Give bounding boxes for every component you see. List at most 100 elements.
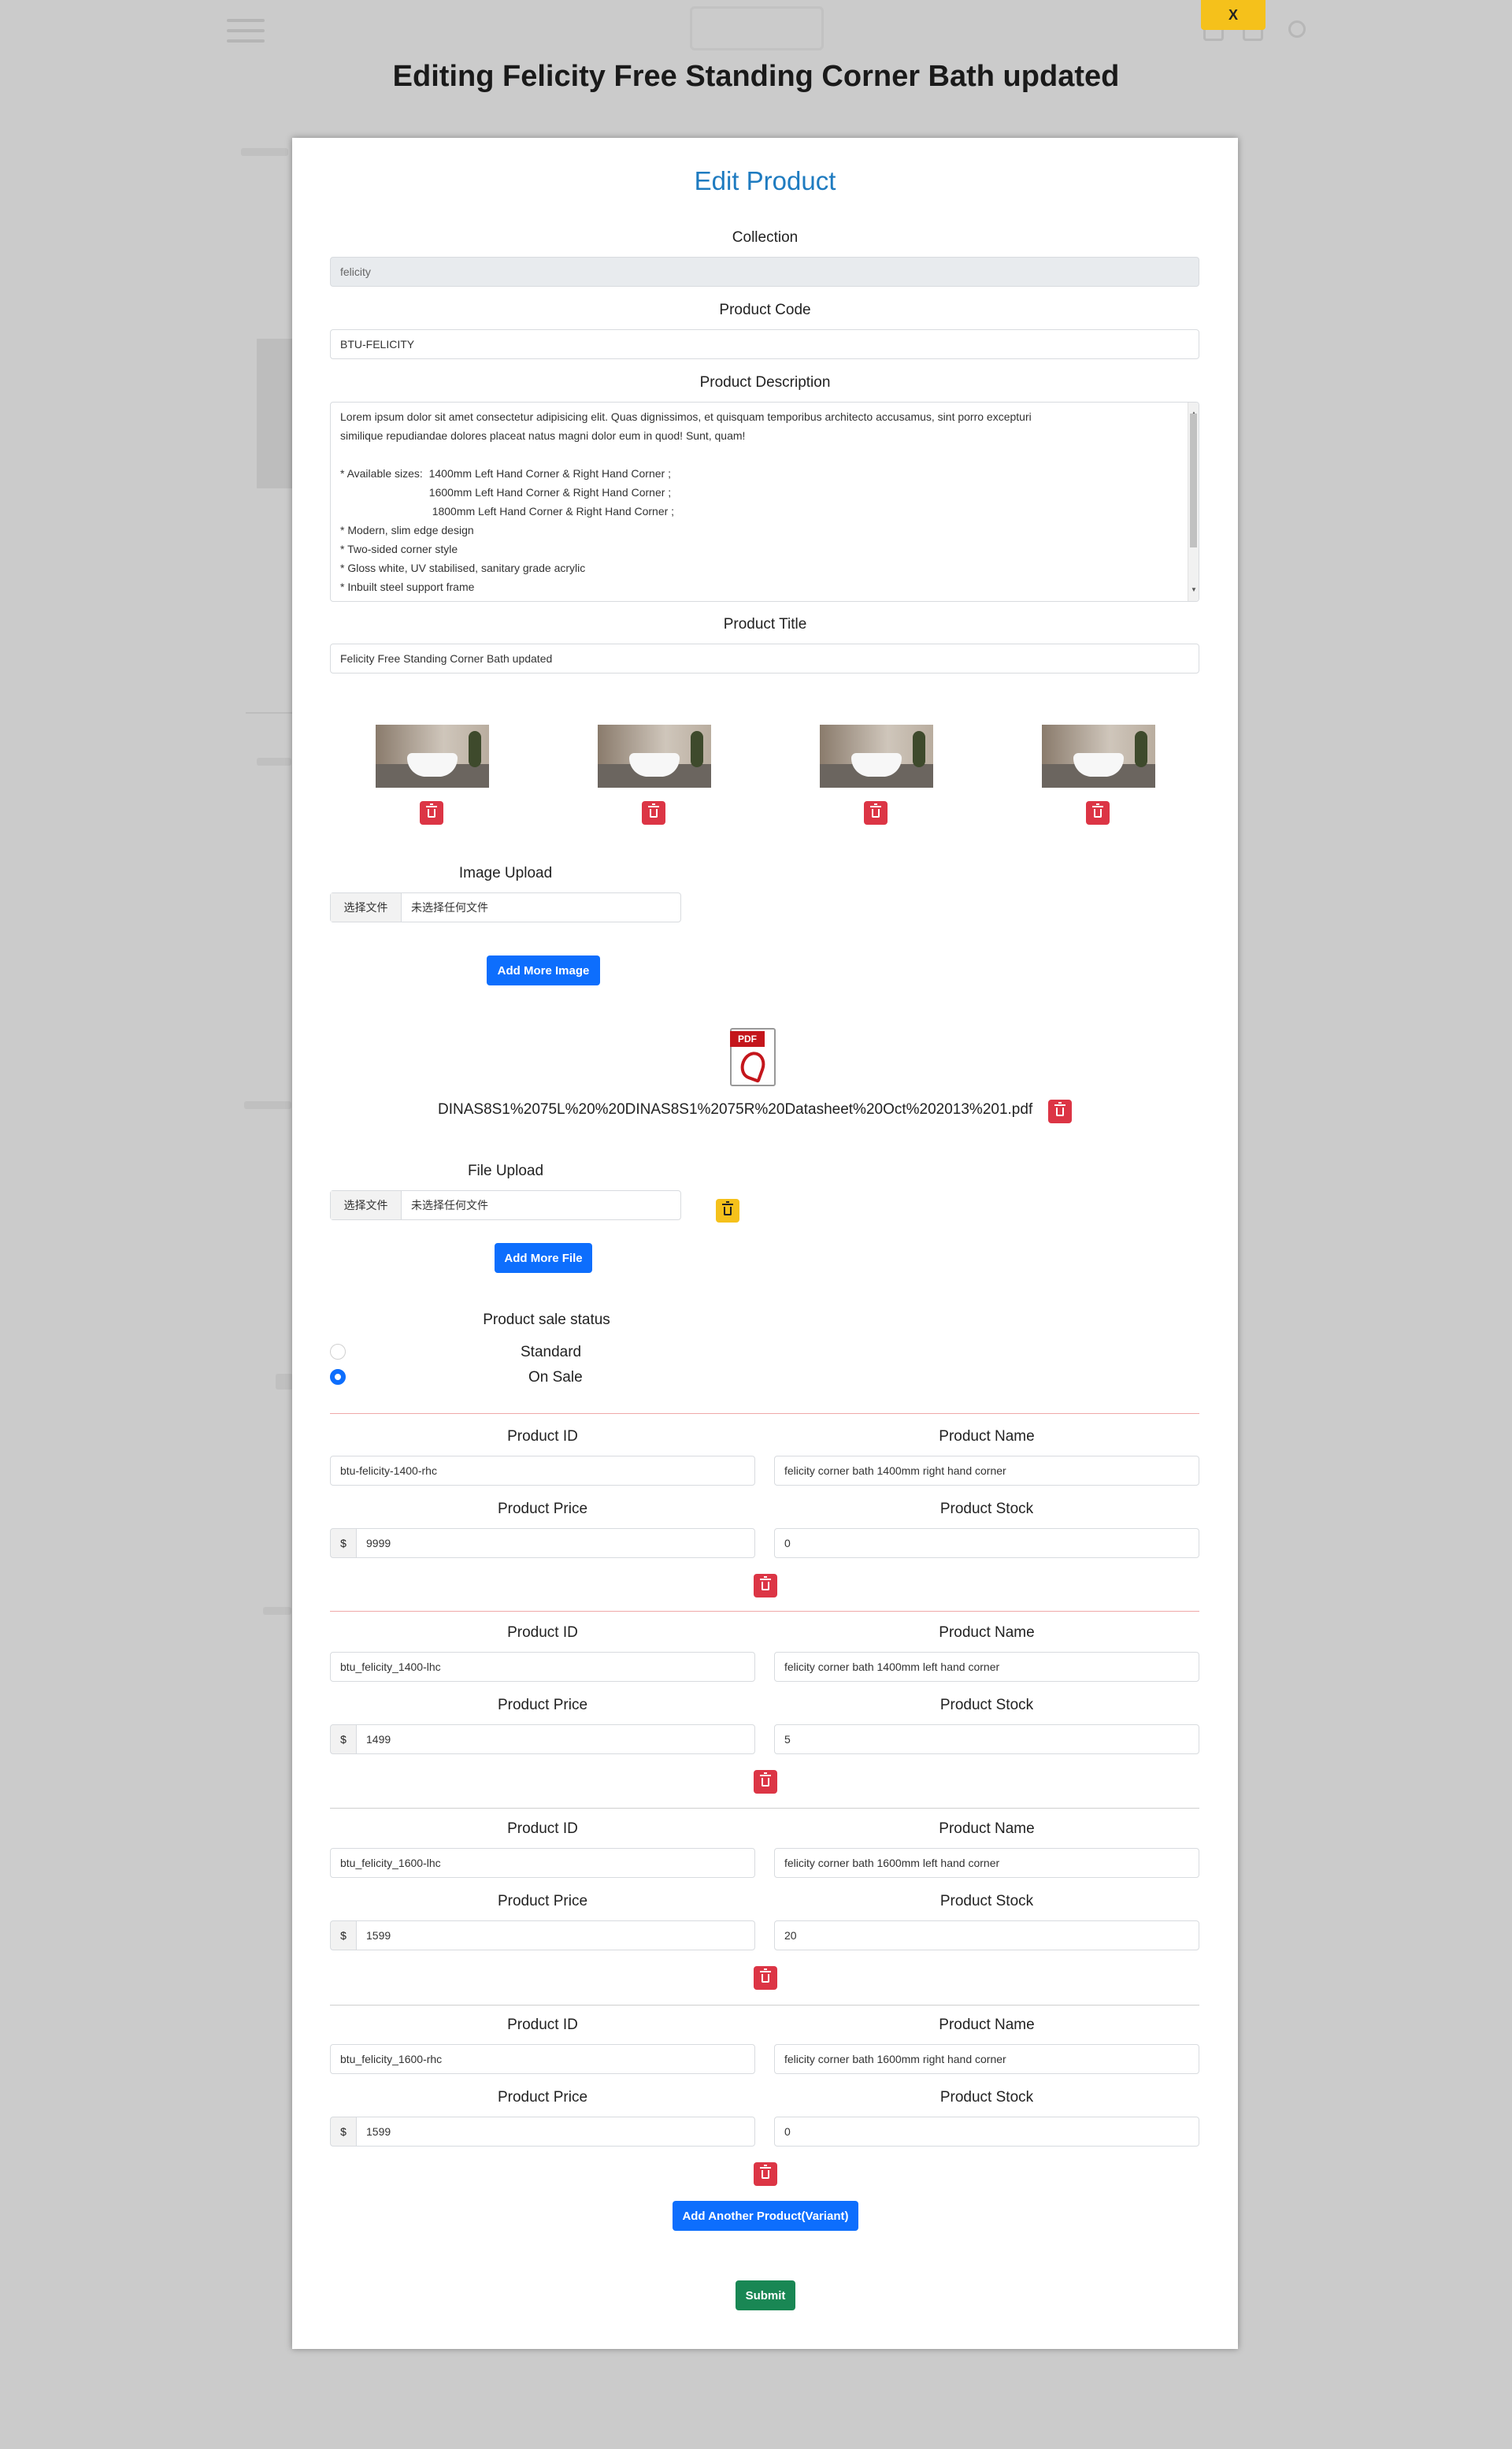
remove-file-field-button[interactable]	[716, 1199, 739, 1223]
delete-variant-button[interactable]	[754, 2162, 777, 2186]
trash-icon	[760, 2164, 771, 2179]
trash-icon	[760, 1575, 771, 1590]
variant-price-input[interactable]: 1499	[356, 1724, 755, 1754]
currency-prefix: $	[330, 1724, 357, 1754]
variant-id-label: Product ID	[507, 2017, 578, 2033]
variant-id-label: Product ID	[507, 1428, 578, 1445]
variant-stock-label: Product Stock	[939, 1893, 1034, 1909]
trash-icon	[760, 1968, 771, 1983]
delete-file-button[interactable]	[1048, 1100, 1072, 1123]
trash-icon	[760, 1772, 771, 1787]
search-icon	[1288, 20, 1306, 38]
page-title-product: Felicity Free Standing Corner Bath updat…	[502, 60, 1120, 93]
delete-image-button[interactable]	[642, 801, 665, 825]
description-line: * Two-sided corner style	[340, 543, 458, 555]
add-more-image-button[interactable]: Add More Image	[487, 955, 600, 985]
description-line	[340, 445, 1178, 464]
sale-status-label: Product sale status	[483, 1312, 610, 1328]
variant-price-label: Product Price	[497, 1697, 588, 1713]
logo	[690, 6, 824, 50]
variant-price-input[interactable]: 9999	[356, 1528, 755, 1558]
variant-id-input[interactable]: btu_felicity_1600-lhc	[330, 1848, 755, 1878]
radio-standard[interactable]	[330, 1344, 346, 1360]
variant-name-label: Product Name	[939, 2017, 1035, 2033]
bg-breadcrumb	[241, 148, 288, 156]
variant-stock-label: Product Stock	[939, 2089, 1034, 2106]
description-line: similique repudiandae dolores placeat na…	[340, 429, 746, 442]
image-upload-input[interactable]: 选择文件 未选择任何文件	[330, 892, 681, 922]
variant-stock-input[interactable]: 0	[774, 1528, 1199, 1558]
bg-product-image	[257, 339, 295, 488]
choose-file-button[interactable]: 选择文件	[331, 893, 402, 922]
delete-image-button[interactable]	[1086, 801, 1110, 825]
variant-price-input[interactable]: 1599	[356, 1920, 755, 1950]
trash-icon	[648, 803, 659, 818]
variant-price-label: Product Price	[497, 1501, 588, 1517]
variant-name-input[interactable]: felicity corner bath 1400mm right hand c…	[774, 1456, 1199, 1486]
currency-prefix: $	[330, 1528, 357, 1558]
choose-file-button[interactable]: 选择文件	[331, 1191, 402, 1219]
delete-variant-button[interactable]	[754, 1966, 777, 1990]
collection-label: Collection	[732, 229, 799, 246]
delete-variant-button[interactable]	[754, 1574, 777, 1597]
bg-related-item	[276, 1374, 293, 1390]
currency-prefix: $	[330, 2117, 357, 2147]
product-image	[376, 725, 489, 788]
trash-icon	[870, 803, 881, 818]
radio-on-sale[interactable]	[330, 1369, 346, 1385]
trash-icon	[1092, 803, 1103, 818]
delete-variant-button[interactable]	[754, 1770, 777, 1794]
variant-stock-input[interactable]: 20	[774, 1920, 1199, 1950]
pdf-filename[interactable]: DINAS8S1%2075L%20%20DINAS8S1%2075R%20Dat…	[438, 1101, 1032, 1119]
bg-related-title	[244, 1101, 291, 1109]
product-title-input[interactable]: Felicity Free Standing Corner Bath updat…	[330, 644, 1199, 673]
bg-footer-text	[263, 1607, 291, 1615]
collection-input[interactable]: felicity	[330, 257, 1199, 287]
product-description-label: Product Description	[699, 374, 831, 391]
description-scrollbar[interactable]: ▲ ▼	[1188, 403, 1199, 601]
add-more-file-button[interactable]: Add More File	[495, 1243, 592, 1273]
divider	[330, 1413, 1199, 1414]
variant-name-input[interactable]: felicity corner bath 1400mm left hand co…	[774, 1652, 1199, 1682]
image-upload-label: Image Upload	[458, 865, 553, 881]
menu-icon	[227, 19, 265, 46]
variant-id-input[interactable]: btu-felicity-1400-rhc	[330, 1456, 755, 1486]
description-line: * Modern, slim edge design	[340, 524, 474, 536]
delete-image-button[interactable]	[864, 801, 888, 825]
variant-id-label: Product ID	[507, 1624, 578, 1641]
variant-price-input[interactable]: 1599	[356, 2117, 755, 2147]
description-line: * Gloss white, UV stabilised, sanitary g…	[340, 562, 586, 574]
pdf-icon: PDF	[730, 1028, 776, 1086]
radio-standard-label: Standard	[521, 1344, 582, 1360]
description-line: 1600mm Left Hand Corner & Right Hand Cor…	[340, 486, 672, 499]
no-file-text: 未选择任何文件	[411, 901, 488, 914]
trash-icon	[1054, 1101, 1065, 1116]
product-code-input[interactable]: BTU-FELICITY	[330, 329, 1199, 359]
file-upload-input[interactable]: 选择文件 未选择任何文件	[330, 1190, 681, 1220]
variant-name-input[interactable]: felicity corner bath 1600mm left hand co…	[774, 1848, 1199, 1878]
trash-icon	[426, 803, 437, 818]
divider	[330, 2005, 1199, 2006]
file-upload-label: File Upload	[467, 1163, 544, 1179]
variant-name-input[interactable]: felicity corner bath 1600mm right hand c…	[774, 2044, 1199, 2074]
description-line: * Available sizes: 1400mm Left Hand Corn…	[340, 467, 671, 480]
variant-stock-input[interactable]: 5	[774, 1724, 1199, 1754]
variant-id-input[interactable]: btu_felicity_1400-lhc	[330, 1652, 755, 1682]
description-line: Lorem ipsum dolor sit amet consectetur a…	[340, 410, 1032, 423]
modal-title: Edit Product	[694, 166, 836, 195]
product-description-textarea[interactable]: Lorem ipsum dolor sit amet consectetur a…	[330, 402, 1199, 602]
delete-image-button[interactable]	[420, 801, 443, 825]
variant-stock-input[interactable]: 0	[774, 2117, 1199, 2147]
variant-id-input[interactable]: btu_felicity_1600-rhc	[330, 2044, 755, 2074]
variant-name-label: Product Name	[939, 1820, 1035, 1837]
variant-price-label: Product Price	[497, 2089, 588, 2106]
trash-icon	[722, 1200, 733, 1215]
product-image	[1042, 725, 1155, 788]
currency-prefix: $	[330, 1920, 357, 1950]
add-variant-button[interactable]: Add Another Product(Variant)	[673, 2201, 858, 2231]
variant-stock-label: Product Stock	[939, 1697, 1034, 1713]
variant-name-label: Product Name	[939, 1428, 1035, 1445]
submit-button[interactable]: Submit	[736, 2280, 795, 2310]
close-button[interactable]: X	[1201, 0, 1266, 30]
variant-price-label: Product Price	[497, 1893, 588, 1909]
